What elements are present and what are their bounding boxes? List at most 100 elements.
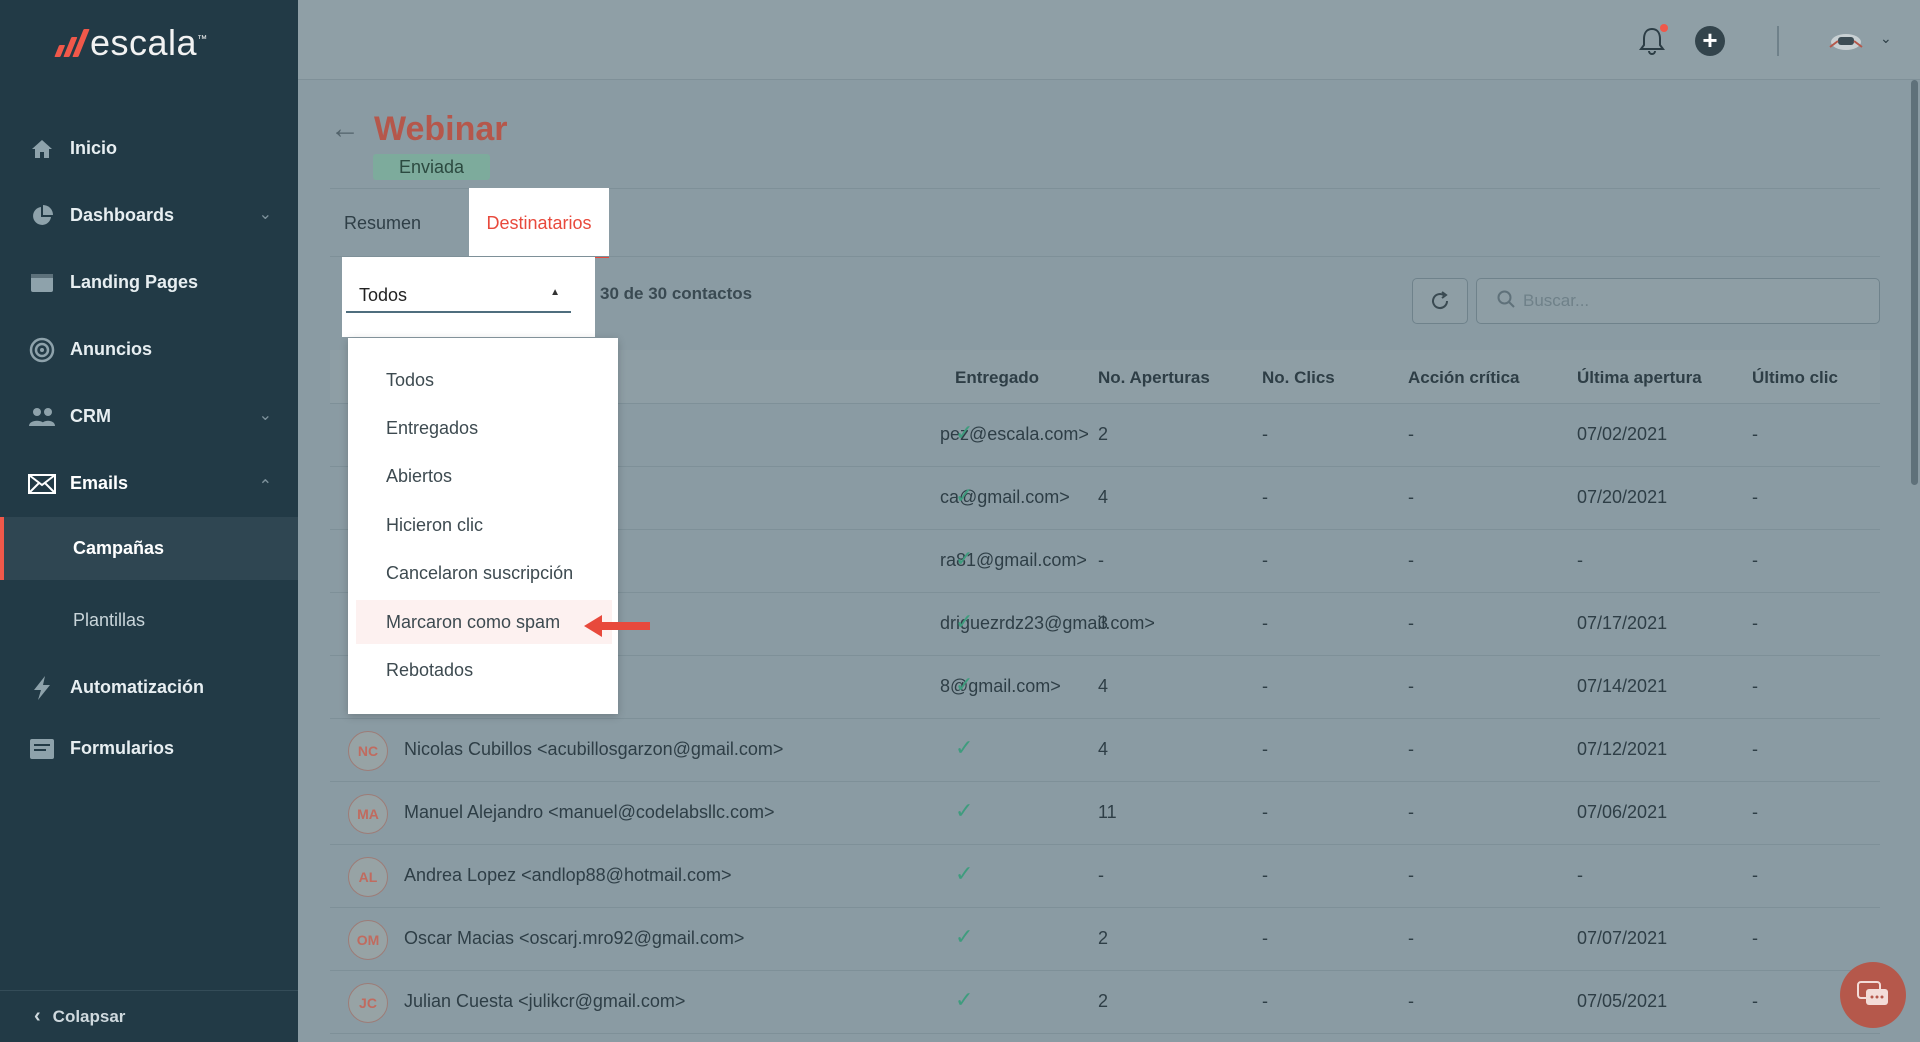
chat-icon xyxy=(1857,981,1888,1005)
status-badge: Enviada xyxy=(373,154,491,180)
sidebar-subitem-plantillas[interactable]: Plantillas xyxy=(0,580,298,660)
filter-select[interactable]: Todos ▲ xyxy=(342,257,595,337)
table-row[interactable]: MA Manuel Alejandro <manuel@codelabsllc.… xyxy=(330,782,1880,845)
browser-window-icon xyxy=(28,271,56,295)
check-icon: ✓ xyxy=(955,861,974,886)
add-button[interactable]: + xyxy=(1695,26,1725,56)
notification-dot xyxy=(1660,24,1668,32)
pie-chart-icon xyxy=(28,204,56,228)
sidebar-item-crm[interactable]: CRM ⌄ xyxy=(0,383,298,450)
ultimo-clic-cell: - xyxy=(1752,424,1758,444)
sidebar-item-label: Formularios xyxy=(70,738,175,758)
aperturas-cell: - xyxy=(1098,550,1104,570)
header-ultimo-clic[interactable]: Último clic xyxy=(1752,368,1838,388)
chevron-down-icon: ⌄ xyxy=(258,407,272,424)
clics-cell: - xyxy=(1262,676,1268,696)
filter-dropdown-menu: Todos Entregados Abiertos Hicieron clic … xyxy=(348,338,618,714)
contact-avatar: NC xyxy=(348,731,388,771)
ultima-apertura-cell: 07/05/2021 xyxy=(1577,991,1668,1011)
sidebar: escala™ Inicio Dashboards ⌄ Landing Page… xyxy=(0,0,298,1042)
search-box[interactable] xyxy=(1476,278,1880,324)
clics-cell: - xyxy=(1262,424,1268,444)
sidebar-item-inicio[interactable]: Inicio xyxy=(0,115,298,182)
header-entregado[interactable]: Entregado xyxy=(955,368,1039,388)
dropdown-option-marcaron-como-spam[interactable]: Marcaron como spam xyxy=(356,600,612,644)
select-underline xyxy=(346,311,571,313)
sidebar-item-emails[interactable]: Emails ⌃ xyxy=(0,450,298,517)
table-row[interactable]: JC Julian Cuesta <julikcr@gmail.com> ✓ 2… xyxy=(330,971,1880,1034)
logo[interactable]: escala™ xyxy=(54,22,208,64)
chevron-down-icon[interactable]: ⌄ xyxy=(1880,30,1892,47)
ultimo-clic-cell: - xyxy=(1752,676,1758,696)
table-row[interactable]: AL Andrea Lopez <andlop88@hotmail.com> ✓… xyxy=(330,845,1880,908)
dropdown-option-todos[interactable]: Todos xyxy=(356,358,612,402)
contact-cell: Oscar Macias <oscarj.mro92@gmail.com> xyxy=(404,928,745,948)
sidebar-item-formularios[interactable]: Formularios xyxy=(0,715,298,782)
sidebar-item-automatizacion[interactable]: Automatización xyxy=(0,660,298,715)
ultima-apertura-cell: 07/20/2021 xyxy=(1577,487,1668,507)
aperturas-cell: - xyxy=(1098,865,1104,885)
ultima-apertura-cell: 07/14/2021 xyxy=(1577,676,1668,696)
search-input[interactable] xyxy=(1523,291,1863,311)
sidebar-item-anuncios[interactable]: Anuncios xyxy=(0,316,298,383)
header-aperturas[interactable]: No. Aperturas xyxy=(1098,368,1210,388)
check-icon: ✓ xyxy=(955,735,974,760)
contact-avatar: OM xyxy=(348,920,388,960)
clics-cell: - xyxy=(1262,865,1268,885)
ultimo-clic-cell: - xyxy=(1752,865,1758,885)
header-accion-critica[interactable]: Acción crítica xyxy=(1408,368,1520,388)
check-icon: ✓ xyxy=(955,987,974,1012)
check-icon: ✓ xyxy=(955,546,974,571)
chevron-down-icon: ⌄ xyxy=(258,206,272,223)
chevron-up-icon: ⌃ xyxy=(258,478,272,495)
target-icon xyxy=(28,337,56,362)
caret-up-icon: ▲ xyxy=(550,287,560,298)
check-icon: ✓ xyxy=(955,420,974,445)
sidebar-item-label: Anuncios xyxy=(70,339,153,359)
dropdown-option-cancelaron-suscripcion[interactable]: Cancelaron suscripción xyxy=(356,551,612,595)
sidebar-subitem-label: Plantillas xyxy=(73,609,146,630)
back-arrow-icon[interactable]: ← xyxy=(330,112,360,146)
clics-cell: - xyxy=(1262,550,1268,570)
header-ultima-apertura[interactable]: Última apertura xyxy=(1577,368,1702,388)
dropdown-option-hicieron-clic[interactable]: Hicieron clic xyxy=(356,503,612,547)
table-row[interactable]: OM Oscar Macias <oscarj.mro92@gmail.com>… xyxy=(330,908,1880,971)
dropdown-option-abiertos[interactable]: Abiertos xyxy=(356,454,612,498)
header-clics[interactable]: No. Clics xyxy=(1262,368,1335,388)
ultimo-clic-cell: - xyxy=(1752,487,1758,507)
aperturas-cell: 2 xyxy=(1098,928,1109,948)
sidebar-item-landing-pages[interactable]: Landing Pages xyxy=(0,249,298,316)
user-avatar-icon[interactable] xyxy=(1828,24,1864,60)
accion-cell: - xyxy=(1408,676,1414,696)
accion-cell: - xyxy=(1408,550,1414,570)
dropdown-option-rebotados[interactable]: Rebotados xyxy=(356,648,612,692)
sidebar-item-dashboards[interactable]: Dashboards ⌄ xyxy=(0,182,298,249)
tab-destinatarios[interactable]: Destinatarios xyxy=(469,188,609,258)
lightning-icon xyxy=(28,675,56,700)
aperturas-cell: 4 xyxy=(1098,739,1109,759)
clics-cell: - xyxy=(1262,613,1268,633)
logo-text: escala™ xyxy=(90,22,208,63)
clics-cell: - xyxy=(1262,991,1268,1011)
ultima-apertura-cell: 07/12/2021 xyxy=(1577,739,1668,759)
sidebar-subitem-label: Campañas xyxy=(73,538,165,558)
contact-cell: Nicolas Cubillos <acubillosgarzon@gmail.… xyxy=(404,739,784,759)
refresh-button[interactable] xyxy=(1412,278,1468,324)
clics-cell: - xyxy=(1262,928,1268,948)
sidebar-item-label: Landing Pages xyxy=(70,272,199,292)
dropdown-option-entregados[interactable]: Entregados xyxy=(356,406,612,450)
filter-select-value: Todos xyxy=(359,285,408,305)
scrollbar[interactable] xyxy=(1911,80,1918,485)
collapse-button[interactable]: ‹ Colapsar xyxy=(0,990,298,1042)
table-row[interactable]: NC Nicolas Cubillos <acubillosgarzon@gma… xyxy=(330,719,1880,782)
sidebar-item-label: Automatización xyxy=(70,677,205,697)
notifications-bell-icon[interactable] xyxy=(1638,24,1668,61)
tab-resumen[interactable]: Resumen xyxy=(344,188,421,258)
logo-mark-icon xyxy=(54,29,90,57)
ultima-apertura-cell: 07/17/2021 xyxy=(1577,613,1668,633)
sidebar-subitem-campanas[interactable]: Campañas xyxy=(0,517,298,580)
aperturas-cell: 4 xyxy=(1098,676,1109,696)
topbar: + ⌄ xyxy=(298,0,1920,80)
chat-button[interactable] xyxy=(1840,962,1906,1028)
aperturas-cell: 11 xyxy=(1098,802,1117,822)
